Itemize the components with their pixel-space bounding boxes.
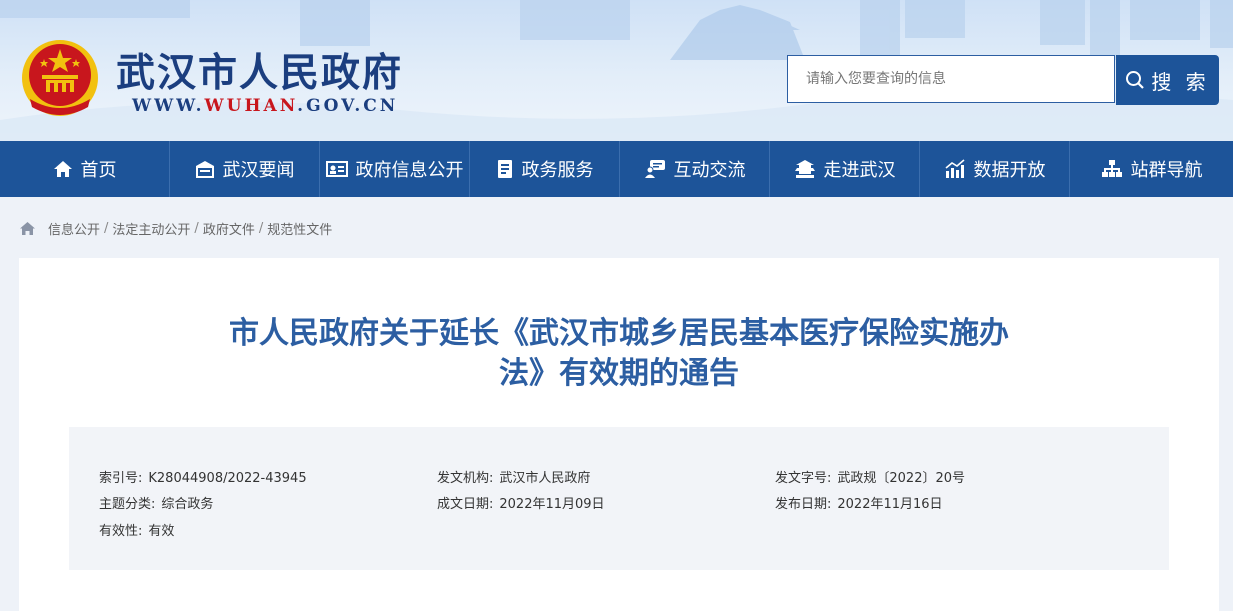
home-icon (53, 161, 72, 177)
meta-published-date: 发布日期: 2022年11月16日 (775, 493, 943, 512)
search-button-label: 搜 索 (1151, 69, 1210, 94)
meta-label: 成文日期: (437, 497, 494, 512)
nav-item-wuhan-news[interactable]: 武汉要闻 (170, 141, 320, 197)
meta-validity: 有效性: 有效 (99, 520, 174, 539)
url-highlight: WUHAN (204, 96, 298, 116)
site-url[interactable]: WWW.WUHAN.GOV.CN (132, 96, 398, 116)
search-icon (1126, 71, 1145, 89)
nav-item-interaction[interactable]: 互动交流 (620, 141, 770, 197)
chat-user-icon (644, 160, 665, 178)
national-emblem-logo (22, 40, 98, 116)
meta-label: 发文机构: (437, 471, 494, 486)
article-title-line-1: 市人民政府关于延长《武汉市城乡居民基本医疗保险实施办 (229, 316, 1009, 351)
url-prefix: WWW. (132, 96, 205, 116)
article-panel: 市人民政府关于延长《武汉市城乡居民基本医疗保险实施办 法》有效期的通告 索引号:… (19, 258, 1219, 611)
home-icon[interactable] (19, 221, 36, 236)
main-navigation: 首页 武汉要闻 政府信息公开 政务服务 互动交流 走进武汉 数据开放 站群导航 (0, 141, 1233, 197)
sitemap-icon (1101, 160, 1122, 177)
meta-written-date: 成文日期: 2022年11月09日 (437, 493, 605, 512)
breadcrumb-item-info-disclosure[interactable]: 信息公开 (48, 219, 100, 238)
site-header: 武汉市人民政府 WWW.WUHAN.GOV.CN 请输入您要查询的信息 搜 索 (0, 0, 1233, 141)
meta-value: 武汉市人民政府 (499, 471, 591, 486)
meta-value: 武政规〔2022〕20号 (837, 471, 966, 486)
nav-item-label: 走进武汉 (823, 160, 896, 181)
breadcrumb-separator: / (104, 220, 109, 236)
breadcrumb-item-gov-documents[interactable]: 政府文件 (203, 219, 255, 238)
nav-item-label: 互动交流 (673, 160, 746, 181)
meta-label: 发文字号: (775, 471, 832, 486)
nav-item-label: 数据开放 (973, 160, 1046, 181)
article-title: 市人民政府关于延长《武汉市城乡居民基本医疗保险实施办 法》有效期的通告 (119, 314, 1119, 394)
meta-value: 2022年11月09日 (499, 497, 605, 512)
building-icon (195, 161, 214, 178)
nav-item-label: 站群导航 (1130, 160, 1203, 181)
breadcrumb: 信息公开 / 法定主动公开 / 政府文件 / 规范性文件 (19, 218, 332, 238)
nav-item-label: 政务服务 (521, 160, 594, 181)
document-icon (497, 160, 512, 178)
site-title[interactable]: 武汉市人民政府 (116, 42, 403, 98)
nav-item-home[interactable]: 首页 (0, 141, 170, 197)
breadcrumb-item-normative-documents[interactable]: 规范性文件 (267, 219, 332, 238)
pagoda-icon (794, 160, 815, 178)
document-metadata-box: 索引号: K28044908/2022-43945 发文机构: 武汉市人民政府 发文… (69, 427, 1169, 570)
breadcrumb-separator: / (258, 220, 264, 236)
bar-chart-icon (944, 159, 965, 178)
breadcrumb-item-statutory-disclosure[interactable]: 法定主动公开 (112, 219, 190, 238)
meta-issuing-agency: 发文机构: 武汉市人民政府 (437, 467, 590, 486)
search-button[interactable]: 搜 索 (1116, 55, 1219, 105)
article-title-line-2: 法》有效期的通告 (499, 356, 739, 391)
nav-item-label: 武汉要闻 (222, 160, 295, 181)
nav-item-explore-wuhan[interactable]: 走进武汉 (770, 141, 920, 197)
meta-label: 有效性: (99, 524, 143, 539)
nav-item-gov-info-disclosure[interactable]: 政府信息公开 (320, 141, 470, 197)
nav-item-site-navigation[interactable]: 站群导航 (1070, 141, 1233, 197)
nav-item-open-data[interactable]: 数据开放 (920, 141, 1070, 197)
meta-value: 2022年11月16日 (837, 497, 943, 512)
nav-item-gov-services[interactable]: 政务服务 (470, 141, 620, 197)
nav-item-label: 首页 (80, 160, 117, 181)
meta-value: 有效 (148, 524, 175, 539)
meta-index-number: 索引号: K28044908/2022-43945 (99, 467, 307, 486)
meta-value: K28044908/2022-43945 (148, 471, 307, 486)
meta-label: 主题分类: (99, 497, 156, 512)
breadcrumb-separator: / (194, 220, 199, 236)
meta-label: 发布日期: (775, 497, 832, 512)
meta-label: 索引号: (99, 471, 143, 486)
meta-document-number: 发文字号: 武政规〔2022〕20号 (775, 467, 965, 486)
url-suffix: .GOV.CN (297, 96, 399, 116)
nav-item-label: 政府信息公开 (355, 160, 464, 181)
search-input[interactable]: 请输入您要查询的信息 (787, 55, 1115, 103)
meta-topic: 主题分类: 综合政务 (99, 493, 213, 512)
meta-value: 综合政务 (161, 497, 214, 512)
id-card-icon (325, 161, 348, 177)
